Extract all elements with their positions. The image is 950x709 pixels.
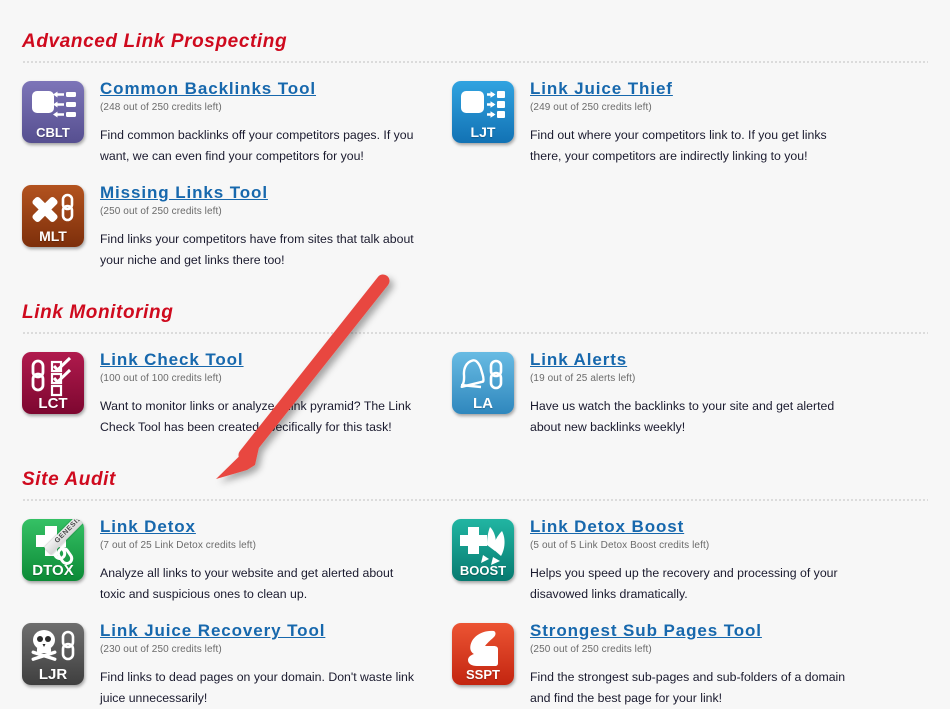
tool-title-link[interactable]: Link Detox Boost (530, 517, 684, 537)
icon-abbr-label: DTOX (32, 562, 74, 579)
tool-title-link[interactable]: Link Alerts (530, 350, 627, 370)
tool-text: Link Juice Thief (249 out of 250 credits… (530, 77, 882, 167)
section-title: Link Monitoring (22, 302, 174, 323)
tools-overview-page: Advanced Link Prospecting CBLT Common Ba… (0, 0, 950, 705)
tool-description: Helps you speed up the recovery and proc… (530, 566, 838, 601)
section-link-monitoring: Link Monitoring LCT Link Check Tool (100… (0, 301, 950, 438)
tool-icon-container: SSPT (452, 619, 530, 685)
tool-card-link-juice-recovery-tool[interactable]: LJR Link Juice Recovery Tool (230 out of… (22, 605, 452, 709)
tool-credits: (5 out of 5 Link Detox Boost credits lef… (530, 540, 710, 551)
icon-abbr-label: CBLT (36, 125, 70, 140)
tool-text: Link Alerts (19 out of 25 alerts left) H… (530, 348, 882, 438)
tool-title-link[interactable]: Common Backlinks Tool (100, 79, 316, 99)
tool-icon-container: LJR (22, 619, 100, 685)
icon-abbr-label: BOOST (459, 563, 507, 578)
tool-grid: CBLT Common Backlinks Tool (248 out of 2… (0, 63, 950, 271)
tool-card-strongest-sub-pages-tool[interactable]: SSPT Strongest Sub Pages Tool (250 out o… (452, 605, 882, 709)
tool-credits: (7 out of 25 Link Detox credits left) (100, 540, 256, 551)
tool-icon-container: LJT (452, 77, 530, 143)
tool-credits: (250 out of 250 credits left) (530, 644, 652, 655)
tool-description: Analyze all links to your website and ge… (100, 566, 394, 601)
icon-abbr-label: SSPT (466, 667, 500, 682)
missing-links-icon[interactable]: MLT (22, 185, 84, 247)
tool-credits: (249 out of 250 credits left) (530, 102, 652, 113)
icon-abbr-label: LJR (38, 666, 68, 683)
tool-icon-container: CBLT (22, 77, 100, 143)
tool-icon-container: BOOST (452, 515, 530, 581)
tool-description: Find common backlinks off your competito… (100, 128, 414, 163)
tool-card-missing-links-tool[interactable]: MLT Missing Links Tool (250 out of 250 c… (22, 167, 452, 271)
tool-credits: (250 out of 250 credits left) (100, 206, 222, 217)
tool-credits: (19 out of 25 alerts left) (530, 373, 636, 384)
tool-icon-container: MLT (22, 181, 100, 247)
tool-description: Find links your competitors have from si… (100, 232, 414, 267)
icon-abbr-label: LA (473, 395, 493, 412)
tool-title-link[interactable]: Link Detox (100, 517, 196, 537)
tool-card-link-detox[interactable]: GENESIS DTOX Link Detox (7 out of 25 Lin… (22, 501, 452, 605)
tool-icon-container: LCT (22, 348, 100, 414)
tool-credits: (248 out of 250 credits left) (100, 102, 222, 113)
section-title: Site Audit (22, 469, 116, 490)
tool-description: Find links to dead pages on your domain.… (100, 670, 415, 705)
tool-icon-container: LA (452, 348, 530, 414)
strongest-sub-pages-icon[interactable]: SSPT (452, 623, 514, 685)
section-header: Link Monitoring (0, 301, 950, 325)
section-header: Site Audit (0, 468, 950, 492)
section-site-audit: Site Audit GENESIS DTOX Link Detox (7 ou… (0, 468, 950, 709)
tool-text: Link Detox (7 out of 25 Link Detox credi… (100, 515, 452, 605)
tool-card-link-detox-boost[interactable]: BOOST Link Detox Boost (5 out of 5 Link … (452, 501, 882, 605)
tool-title-link[interactable]: Link Juice Recovery Tool (100, 621, 325, 641)
tool-description: Find out where your competitors link to.… (530, 128, 827, 163)
common-backlinks-icon[interactable]: CBLT (22, 81, 84, 143)
section-advanced-link-prospecting: Advanced Link Prospecting CBLT Common Ba… (0, 30, 950, 271)
tool-card-link-alerts[interactable]: LA Link Alerts (19 out of 25 alerts left… (452, 334, 882, 438)
link-check-icon[interactable]: LCT (22, 352, 84, 414)
tool-title-link[interactable]: Missing Links Tool (100, 183, 268, 203)
icon-abbr-label: LCT (38, 395, 68, 412)
tool-title-link[interactable]: Link Juice Thief (530, 79, 673, 99)
link-juice-thief-icon[interactable]: LJT (452, 81, 514, 143)
tool-text: Common Backlinks Tool (248 out of 250 cr… (100, 77, 452, 167)
section-header: Advanced Link Prospecting (0, 30, 950, 54)
tool-grid: GENESIS DTOX Link Detox (7 out of 25 Lin… (0, 501, 950, 709)
link-detox-boost-icon[interactable]: BOOST (452, 519, 514, 581)
icon-abbr-label: LJT (470, 124, 496, 140)
tool-text: Link Juice Recovery Tool (230 out of 250… (100, 619, 452, 709)
icon-abbr-label: MLT (39, 228, 67, 244)
tool-description: Have us watch the backlinks to your site… (530, 399, 835, 434)
tool-card-link-check-tool[interactable]: LCT Link Check Tool (100 out of 100 cred… (22, 334, 452, 438)
tool-credits: (100 out of 100 credits left) (100, 373, 222, 384)
tool-title-link[interactable]: Link Check Tool (100, 350, 244, 370)
tool-card-link-juice-thief[interactable]: LJT Link Juice Thief (249 out of 250 cre… (452, 63, 882, 167)
tool-icon-container: GENESIS DTOX (22, 515, 100, 581)
section-title: Advanced Link Prospecting (22, 31, 288, 52)
tool-card-common-backlinks-tool[interactable]: CBLT Common Backlinks Tool (248 out of 2… (22, 63, 452, 167)
tool-title-link[interactable]: Strongest Sub Pages Tool (530, 621, 762, 641)
tool-text: Missing Links Tool (250 out of 250 credi… (100, 181, 452, 271)
tool-description: Find the strongest sub-pages and sub-fol… (530, 670, 846, 705)
tool-text: Strongest Sub Pages Tool (250 out of 250… (530, 619, 882, 709)
tool-credits: (230 out of 250 credits left) (100, 644, 222, 655)
tool-description: Want to monitor links or analyze a link … (100, 399, 411, 434)
tool-text: Link Detox Boost (5 out of 5 Link Detox … (530, 515, 882, 605)
link-detox-icon[interactable]: GENESIS DTOX (22, 519, 84, 581)
tool-grid: LCT Link Check Tool (100 out of 100 cred… (0, 334, 950, 438)
tool-text: Link Check Tool (100 out of 100 credits … (100, 348, 452, 438)
link-alerts-icon[interactable]: LA (452, 352, 514, 414)
link-juice-recovery-icon[interactable]: LJR (22, 623, 84, 685)
top-spacer (0, 0, 950, 30)
